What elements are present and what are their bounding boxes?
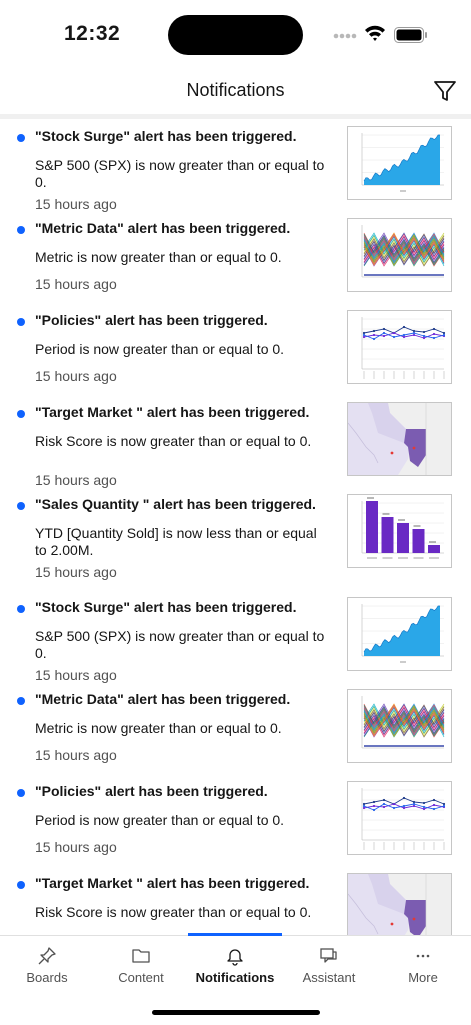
notification-message: S&P 500 (SPX) is now greater than or equ… <box>35 628 325 661</box>
unread-indicator <box>17 881 25 889</box>
chart-thumbnail[interactable] <box>347 218 452 292</box>
notification-message: Period is now greater than or equal to 0… <box>35 812 285 828</box>
page-title: Notifications <box>186 80 285 100</box>
notification-item[interactable]: "Metric Data" alert has been triggered. M… <box>0 206 471 298</box>
pin-icon <box>37 946 57 966</box>
chart-thumbnail[interactable] <box>347 126 452 200</box>
notification-message: Period is now greater than or equal to 0… <box>35 341 285 357</box>
notification-message: YTD [Quantity Sold] is now less than or … <box>35 525 317 558</box>
tab-label: Content <box>118 970 164 985</box>
more-icon <box>413 946 433 966</box>
unread-indicator <box>17 410 25 418</box>
chat-icon <box>319 946 339 966</box>
notification-item[interactable]: "Target Market " alert has been triggere… <box>0 390 471 488</box>
folder-icon <box>131 946 151 966</box>
unread-indicator <box>17 697 25 705</box>
notification-item[interactable]: "Target Market " alert has been triggere… <box>0 861 471 935</box>
notification-title: "Policies" alert has been triggered. <box>35 783 268 799</box>
notification-message: S&P 500 (SPX) is now greater than or equ… <box>35 157 325 190</box>
tab-label: Assistant <box>302 970 356 985</box>
app-header: Notifications <box>0 70 471 114</box>
notification-time: 15 hours ago <box>35 368 117 384</box>
unread-indicator <box>17 789 25 797</box>
tab-assistant[interactable]: Assistant <box>282 936 376 996</box>
notification-item[interactable]: "Metric Data" alert has been triggered. M… <box>0 677 471 769</box>
notification-title: "Sales Quantity " alert has been trigger… <box>35 496 316 512</box>
notification-message: Risk Score is now greater than or equal … <box>35 433 312 449</box>
notification-title: "Stock Surge" alert has been triggered. <box>35 599 297 615</box>
notification-list: "Stock Surge" alert has been triggered. S… <box>0 114 471 935</box>
notification-title: "Target Market " alert has been triggere… <box>35 875 310 891</box>
notification-title: "Policies" alert has been triggered. <box>35 312 268 328</box>
unread-indicator <box>17 605 25 613</box>
notification-message: Metric is now greater than or equal to 0… <box>35 720 282 736</box>
chart-thumbnail[interactable] <box>347 310 452 384</box>
tab-label: Boards <box>26 970 68 985</box>
tab-label: More <box>408 970 438 985</box>
chart-thumbnail[interactable] <box>347 597 452 671</box>
status-bar: 12:32 <box>0 0 471 70</box>
tab-more[interactable]: More <box>376 936 470 996</box>
chart-thumbnail[interactable] <box>347 873 452 935</box>
unread-indicator <box>17 502 25 510</box>
tab-label: Notifications <box>195 970 275 985</box>
filter-icon[interactable] <box>432 78 458 104</box>
status-time: 12:32 <box>64 22 121 45</box>
battery-icon <box>394 27 427 43</box>
notification-title: "Metric Data" alert has been triggered. <box>35 220 291 236</box>
tab-boards[interactable]: Boards <box>0 936 94 996</box>
unread-indicator <box>17 134 25 142</box>
unread-indicator <box>17 318 25 326</box>
notification-item[interactable]: "Stock Surge" alert has been triggered. S… <box>0 119 471 212</box>
chart-thumbnail[interactable] <box>347 402 452 476</box>
notification-message: Metric is now greater than or equal to 0… <box>35 249 282 265</box>
notification-item[interactable]: "Sales Quantity " alert has been trigger… <box>0 482 471 585</box>
home-indicator <box>152 1010 320 1015</box>
notification-item[interactable]: "Stock Surge" alert has been triggered. S… <box>0 585 471 683</box>
notification-item[interactable]: "Policies" alert has been triggered. Peri… <box>0 298 471 390</box>
chart-thumbnail[interactable] <box>347 689 452 763</box>
dynamic-island <box>168 15 303 55</box>
notification-title: "Metric Data" alert has been triggered. <box>35 691 291 707</box>
notification-item[interactable]: "Policies" alert has been triggered. Peri… <box>0 769 471 861</box>
wifi-icon <box>365 25 385 41</box>
notification-time: 15 hours ago <box>35 276 117 292</box>
chart-thumbnail[interactable] <box>347 494 452 568</box>
cellular-signal-icon <box>333 33 357 39</box>
notification-title: "Target Market " alert has been triggere… <box>35 404 310 420</box>
notification-time: 15 hours ago <box>35 747 117 763</box>
chart-thumbnail[interactable] <box>347 781 452 855</box>
bell-icon <box>225 946 245 966</box>
notification-title: "Stock Surge" alert has been triggered. <box>35 128 297 144</box>
notification-time: 15 hours ago <box>35 839 117 855</box>
tab-notifications[interactable]: Notifications <box>188 936 282 996</box>
notification-message: Risk Score is now greater than or equal … <box>35 904 312 920</box>
unread-indicator <box>17 226 25 234</box>
tab-content[interactable]: Content <box>94 936 188 996</box>
notification-time: 15 hours ago <box>35 564 117 580</box>
